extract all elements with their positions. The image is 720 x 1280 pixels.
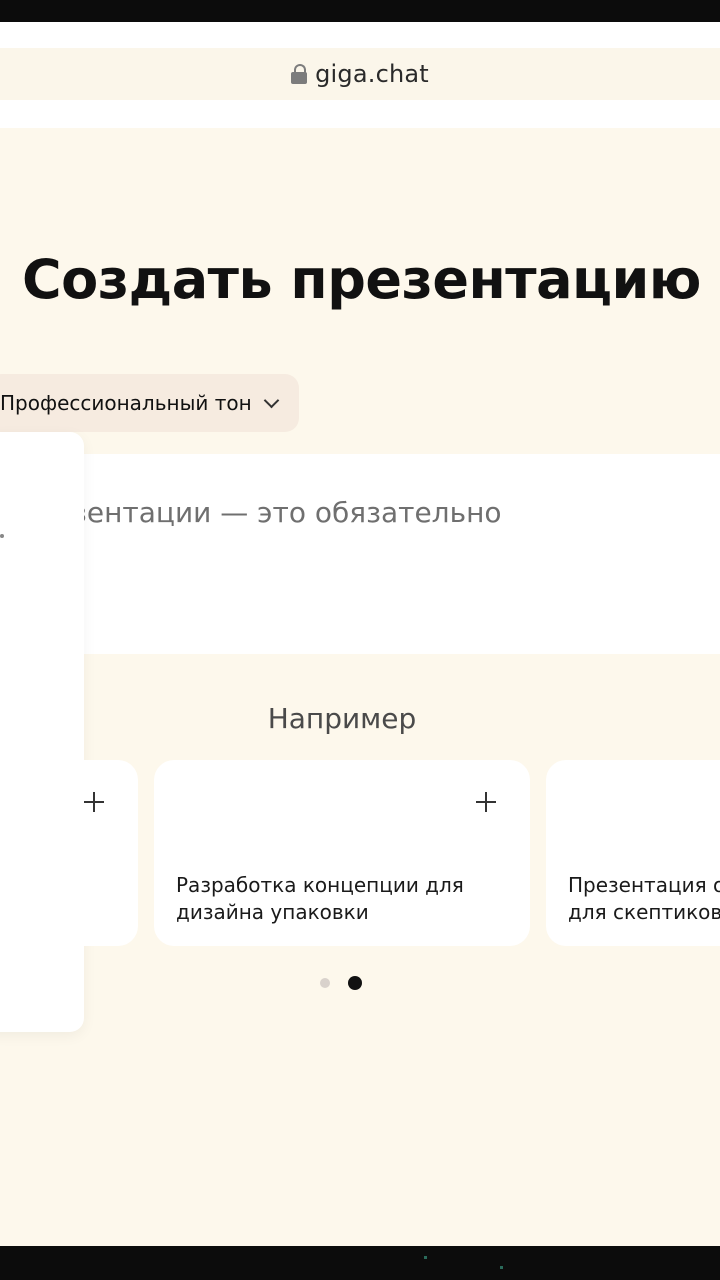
tone-dropdown-label: Профессиональный тон — [0, 391, 252, 415]
pixel-artifact — [424, 1256, 427, 1259]
lock-icon — [291, 64, 308, 84]
panel-mark — [0, 534, 4, 538]
url-text: giga.chat — [315, 60, 429, 88]
example-card[interactable]: Презентация о для скептиков — [546, 760, 720, 946]
prompt-input[interactable]: зентации — это обязательно — [72, 454, 720, 654]
page-title: Создать презентацию — [22, 248, 701, 311]
screen: giga.chat Создать презентацию Профессион… — [0, 0, 720, 1280]
pager-dot-active[interactable] — [348, 976, 362, 990]
example-card-title: Разработка концепции для дизайна упаковк… — [176, 873, 464, 924]
top-bezel — [0, 0, 720, 22]
example-card[interactable]: Разработка концепции для дизайна упаковк… — [154, 760, 530, 946]
example-card[interactable] — [0, 760, 138, 946]
web-page: giga.chat Создать презентацию Профессион… — [0, 22, 720, 1246]
plus-icon[interactable] — [476, 792, 496, 812]
example-card-title: Презентация о для скептиков — [568, 873, 720, 924]
chevron-down-icon — [263, 392, 279, 408]
pixel-artifact — [500, 1266, 503, 1269]
browser-toolbar: giga.chat — [0, 22, 720, 128]
prompt-placeholder: зентации — это обязательно — [72, 496, 502, 529]
examples-heading: Например — [267, 702, 417, 735]
bottom-bezel — [0, 1246, 720, 1280]
carousel-pager — [320, 976, 362, 990]
tone-dropdown[interactable]: Профессиональный тон — [0, 374, 299, 432]
address-bar-content[interactable]: giga.chat — [0, 48, 720, 100]
pager-dot[interactable] — [320, 978, 330, 988]
plus-icon[interactable] — [84, 792, 104, 812]
